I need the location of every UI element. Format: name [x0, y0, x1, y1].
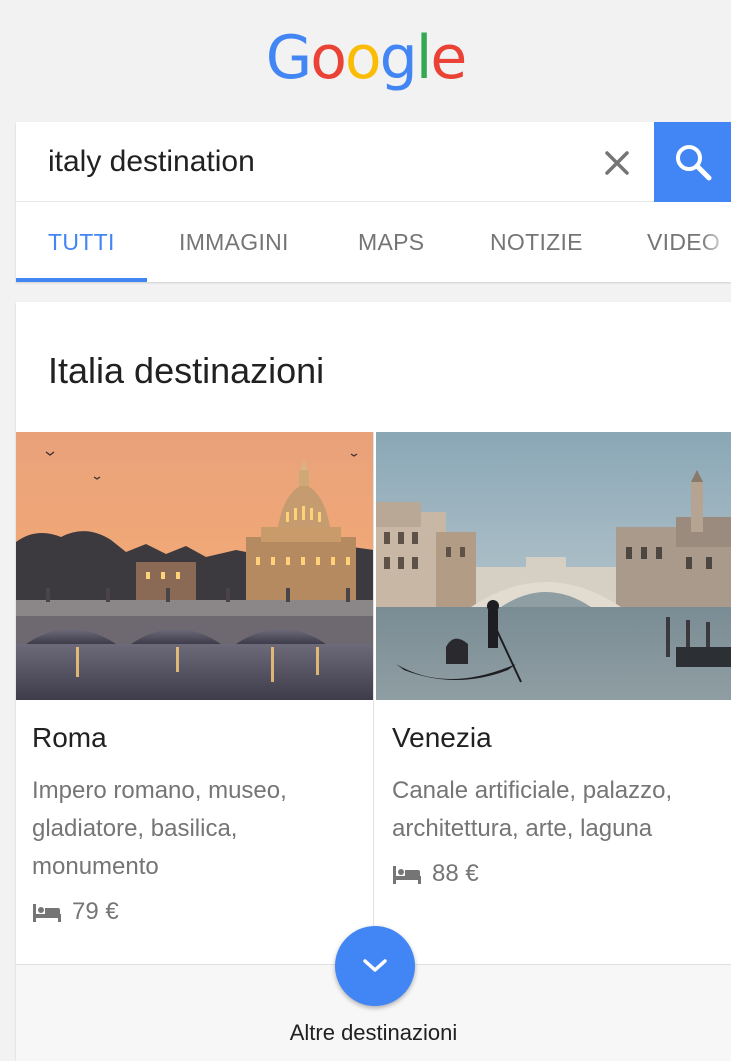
destination-item-roma[interactable]: Roma Impero romano, museo, gladiatore, b… — [16, 432, 374, 965]
more-destinations-button[interactable] — [335, 926, 415, 1006]
more-destinations-label[interactable]: Altre destinazioni — [16, 1020, 731, 1046]
clear-button[interactable] — [596, 142, 638, 184]
price-value: 79 € — [72, 898, 119, 925]
logo-letter: e — [430, 23, 467, 93]
google-logo[interactable]: Google — [0, 18, 731, 98]
search-bar — [16, 122, 731, 202]
active-tab-indicator — [16, 278, 147, 282]
search-tabs: TUTTI IMMAGINI MAPS NOTIZIE VIDEO — [16, 202, 731, 282]
tabs-fade — [701, 202, 731, 282]
destination-name: Venezia — [392, 722, 492, 753]
logo-letter: o — [310, 23, 347, 93]
bed-icon — [393, 866, 421, 884]
close-icon — [605, 151, 629, 175]
venezia-image — [376, 432, 731, 700]
destination-item-venezia[interactable]: Venezia Canale artificiale, palazzo, arc… — [376, 432, 731, 965]
card-title[interactable]: Italia destinazioni — [48, 350, 324, 392]
logo-letter: o — [344, 23, 382, 93]
destination-description: Canale artificiale, palazzo, architettur… — [392, 777, 673, 842]
destination-description: Impero romano, museo, gladiatore, basili… — [32, 777, 287, 880]
roma-image — [16, 432, 373, 700]
logo-letter: l — [415, 23, 433, 93]
destinations-card: Italia destinazioni Roma Impero romano, … — [16, 302, 731, 1061]
destination-price: 79 € — [32, 898, 119, 926]
tab-maps[interactable]: MAPS — [358, 202, 424, 282]
price-value: 88 € — [432, 860, 479, 887]
destination-price: 88 € — [392, 860, 479, 888]
tab-notizie[interactable]: NOTIZIE — [490, 202, 583, 282]
logo-letter: G — [265, 23, 312, 93]
chevron-down-icon — [363, 959, 387, 972]
search-input[interactable] — [48, 140, 588, 184]
tab-tutti[interactable]: TUTTI — [48, 202, 115, 282]
search-icon — [675, 145, 711, 181]
search-button[interactable] — [654, 122, 731, 202]
destination-name: Roma — [32, 722, 107, 753]
page: Google TUTTI IMMAGINI MAPS NOTIZIE VIDEO — [0, 0, 731, 1061]
logo-letter: g — [379, 23, 418, 93]
bed-icon — [33, 904, 61, 922]
search-card: TUTTI IMMAGINI MAPS NOTIZIE VIDEO — [16, 122, 731, 282]
tab-immagini[interactable]: IMMAGINI — [179, 202, 289, 282]
